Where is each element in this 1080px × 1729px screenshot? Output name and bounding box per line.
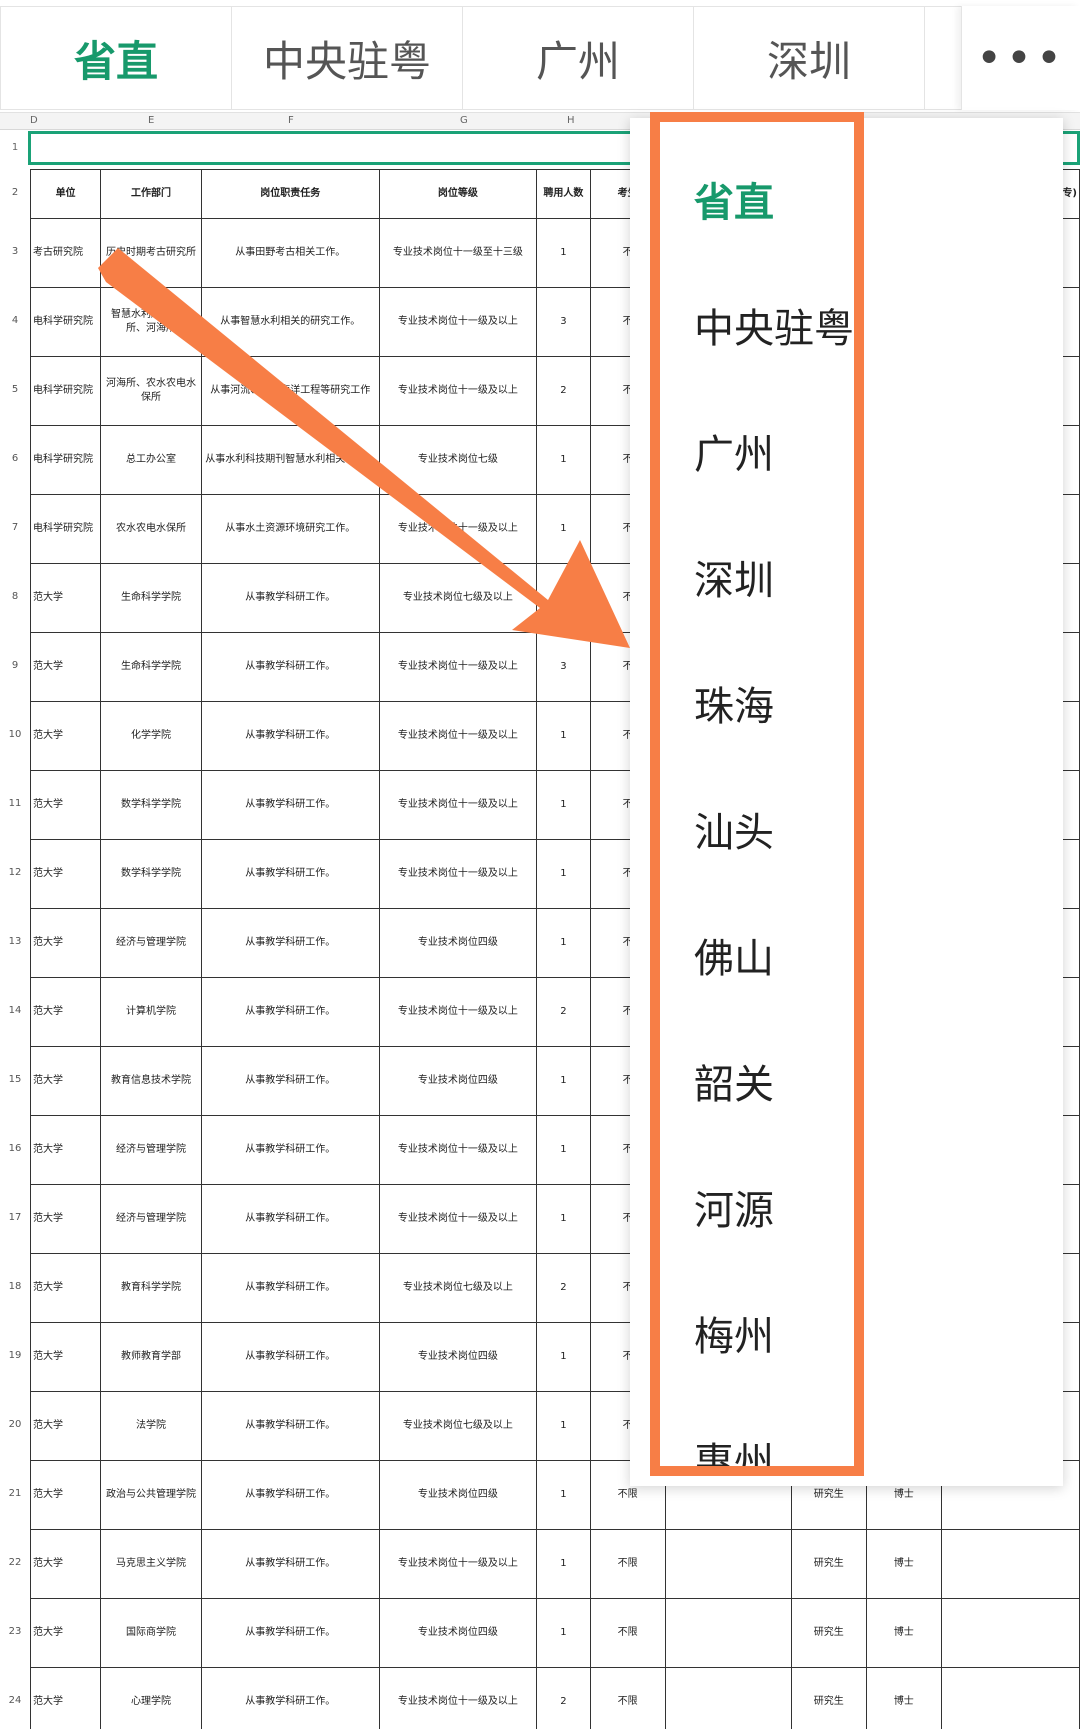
arrow-annotation-icon xyxy=(98,248,630,648)
arrow-shape xyxy=(98,248,630,648)
